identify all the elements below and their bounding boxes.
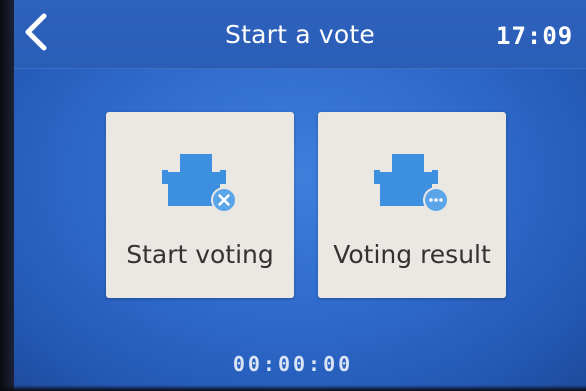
header-bar: Start a vote 17:09 <box>0 0 586 69</box>
voting-result-label: Voting result <box>333 240 491 269</box>
device-screen: Start a vote 17:09 Start voting Voting r… <box>0 0 586 391</box>
ballot-box-cancel-icon <box>154 148 246 222</box>
page-title: Start a vote <box>225 20 375 49</box>
chevron-left-icon <box>25 13 47 51</box>
device-bezel <box>0 0 14 391</box>
clock-time: 17:09 <box>496 22 574 50</box>
device-bezel-bottom <box>0 385 586 391</box>
start-voting-button[interactable]: Start voting <box>106 112 294 298</box>
back-button[interactable] <box>18 12 54 52</box>
start-voting-label: Start voting <box>126 240 274 269</box>
ballot-box-more-icon <box>366 148 458 222</box>
voting-result-button[interactable]: Voting result <box>318 112 506 298</box>
session-timer: 00:00:00 <box>232 352 354 376</box>
